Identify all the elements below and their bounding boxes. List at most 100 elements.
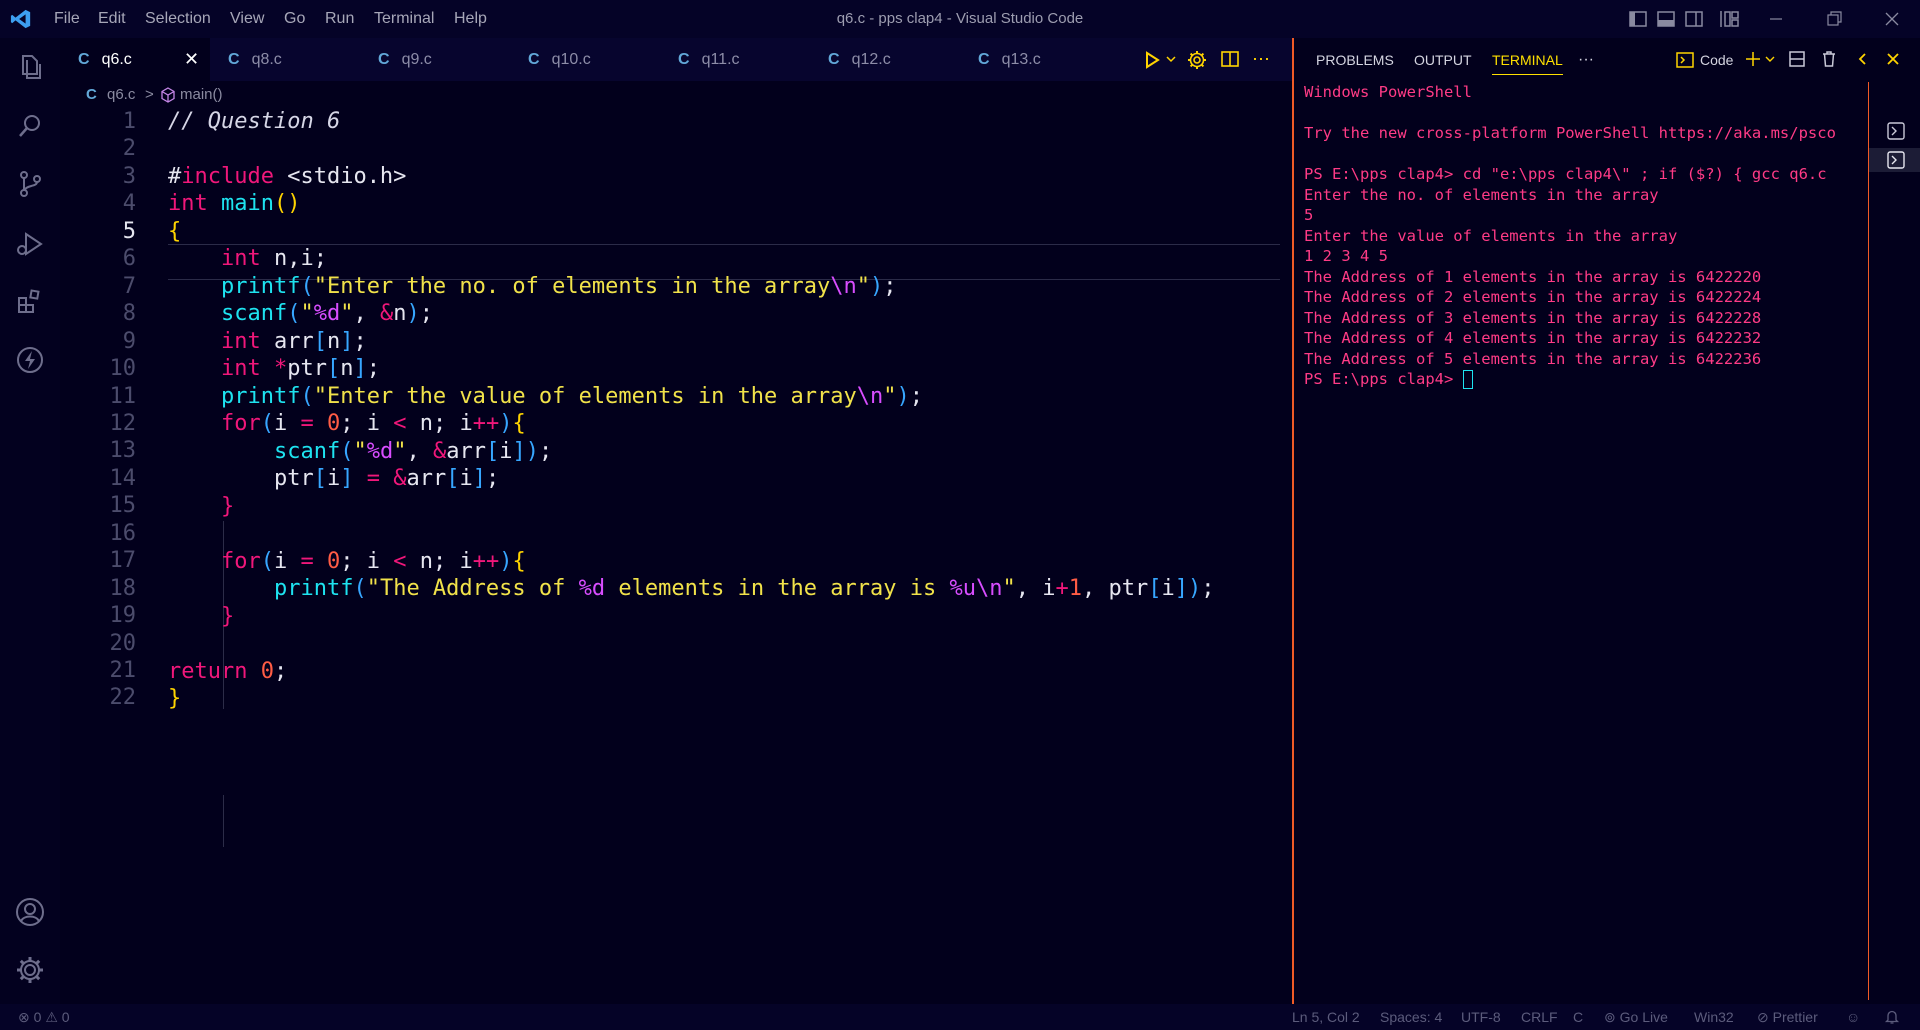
close-tab-icon[interactable]: ✕ xyxy=(184,38,199,81)
tab-q6[interactable]: Cq6.c ✕ xyxy=(60,38,210,81)
breadcrumb-file[interactable]: q6.c xyxy=(107,81,135,109)
tab-output[interactable]: OUTPUT xyxy=(1414,38,1472,81)
notifications-bell-icon[interactable] xyxy=(1884,1004,1900,1030)
c-file-icon: C xyxy=(86,86,97,103)
restore-icon[interactable] xyxy=(1824,9,1844,29)
tab-label: q13.c xyxy=(1001,51,1041,68)
search-icon[interactable] xyxy=(14,110,46,142)
tab-problems[interactable]: PROBLEMS xyxy=(1316,38,1394,81)
language-mode[interactable]: C xyxy=(1573,1004,1583,1030)
prettier-icon: ⊘ xyxy=(1757,1009,1769,1025)
menu-terminal[interactable]: Terminal xyxy=(374,0,434,38)
split-editor-icon[interactable] xyxy=(1220,49,1240,69)
tab-q13[interactable]: Cq13.c xyxy=(978,38,1128,81)
terminal-icon xyxy=(1676,51,1694,69)
cube-symbol-icon xyxy=(160,87,176,103)
code-line-22: } xyxy=(168,686,182,711)
terminal-output[interactable]: Windows PowerShell Try the new cross-plat… xyxy=(1304,82,1864,982)
editor-tab-bar: Cq6.c ✕ Cq8.c Cq9.c Cq10.c Cq11.c Cq12.c… xyxy=(60,38,1292,81)
customize-layout-icon[interactable] xyxy=(1720,9,1740,29)
prettier-label: Prettier xyxy=(1772,1009,1818,1025)
minimize-icon[interactable] xyxy=(1766,9,1786,29)
run-debug-icon[interactable] xyxy=(14,228,46,260)
end-of-line[interactable]: CRLF xyxy=(1521,1004,1558,1030)
terminal-line: 5 xyxy=(1304,206,1314,224)
line-number: 19 xyxy=(109,603,137,628)
remote-lightning-icon[interactable] xyxy=(14,344,46,376)
go-live-button[interactable]: ⊚ Go Live xyxy=(1604,1004,1668,1030)
settings-gear-icon[interactable] xyxy=(14,954,46,986)
indent-guide xyxy=(223,795,224,847)
warning-icon: ⚠ xyxy=(45,1009,58,1025)
toggle-panel-icon[interactable] xyxy=(1656,9,1676,29)
terminal-line: Enter the no. of elements in the array xyxy=(1304,185,1659,204)
tab-terminal[interactable]: TERMINAL xyxy=(1492,38,1563,75)
explorer-icon[interactable] xyxy=(14,50,46,82)
problems-status[interactable]: ⊗ 0 ⚠ 0 xyxy=(18,1004,70,1030)
line-number: 11 xyxy=(109,384,137,409)
toggle-primary-sidebar-icon[interactable] xyxy=(1628,9,1648,29)
line-number: 17 xyxy=(109,548,137,573)
menu-run[interactable]: Run xyxy=(325,0,354,38)
run-code-icon[interactable] xyxy=(1142,50,1162,70)
more-panel-actions[interactable]: ··· xyxy=(1578,38,1594,81)
editor-actions: ⋯ xyxy=(1140,38,1290,81)
terminal-line: The Address of 1 elements in the array i… xyxy=(1304,267,1762,286)
trash-icon[interactable] xyxy=(1820,50,1838,68)
tab-q12[interactable]: Cq12.c xyxy=(828,38,978,81)
breadcrumb-symbol[interactable]: main() xyxy=(180,81,223,109)
panel-tab-bar: PROBLEMS OUTPUT TERMINAL ··· Code xyxy=(1294,38,1920,81)
indentation[interactable]: Spaces: 4 xyxy=(1380,1004,1442,1030)
close-panel-icon[interactable] xyxy=(1884,50,1902,68)
code-line-4: int main() xyxy=(168,191,301,216)
code-line-10: int *ptr[n]; xyxy=(220,356,380,381)
toggle-secondary-sidebar-icon[interactable] xyxy=(1684,9,1704,29)
terminal-panel: PROBLEMS OUTPUT TERMINAL ··· Code Window… xyxy=(1292,38,1920,1004)
cursor-position[interactable]: Ln 5, Col 2 xyxy=(1292,1004,1360,1030)
line-number: 8 xyxy=(122,301,136,326)
tab-q8[interactable]: Cq8.c xyxy=(228,38,378,81)
platform[interactable]: Win32 xyxy=(1694,1004,1734,1030)
terminal-line: Try the new cross-platform PowerShell ht… xyxy=(1304,124,1836,142)
terminal-instance-icon[interactable] xyxy=(1887,122,1905,140)
tab-q10[interactable]: Cq10.c xyxy=(528,38,678,81)
error-count: 0 xyxy=(33,1009,42,1025)
chevron-down-icon[interactable] xyxy=(1764,53,1776,65)
terminal-profile-label[interactable]: Code xyxy=(1700,38,1733,81)
c-file-icon: C xyxy=(228,51,240,68)
terminal-instance-active-icon[interactable] xyxy=(1869,148,1920,172)
breadcrumb-separator: > xyxy=(145,86,154,103)
chevron-left-icon[interactable] xyxy=(1854,50,1872,68)
more-actions-icon[interactable]: ⋯ xyxy=(1252,38,1270,81)
code-editor[interactable]: 1 2 3 4 5 6 7 8 9 10 11 12 13 14 15 16 17 18 19 20 21 22 // Q… xyxy=(60,109,1346,1004)
line-number: 6 xyxy=(122,246,136,271)
menu-edit[interactable]: Edit xyxy=(98,0,126,38)
prettier-status[interactable]: ⊘ Prettier xyxy=(1757,1004,1818,1030)
menu-go[interactable]: Go xyxy=(284,0,305,38)
terminal-line: PS E:\pps clap4> cd "e:\pps clap4\" ; if… xyxy=(1304,165,1827,183)
feedback-icon[interactable]: ☺ xyxy=(1846,1004,1860,1030)
split-terminal-icon[interactable] xyxy=(1788,50,1806,68)
encoding[interactable]: UTF-8 xyxy=(1461,1004,1501,1030)
new-terminal-plus-icon[interactable] xyxy=(1744,50,1762,68)
menu-file[interactable]: File xyxy=(54,0,80,38)
warning-count: 0 xyxy=(61,1009,70,1025)
gear-icon[interactable] xyxy=(1186,49,1208,71)
menu-help[interactable]: Help xyxy=(454,0,487,38)
terminal-line: Windows PowerShell xyxy=(1304,83,1472,101)
menu-view[interactable]: View xyxy=(230,0,264,38)
close-window-icon[interactable] xyxy=(1882,9,1902,29)
broadcast-icon: ⊚ xyxy=(1604,1009,1616,1025)
tab-q9[interactable]: Cq9.c xyxy=(378,38,528,81)
error-icon: ⊗ xyxy=(18,1009,30,1025)
tab-q11[interactable]: Cq11.c xyxy=(678,38,828,81)
tab-label: q8.c xyxy=(251,51,282,68)
source-control-icon[interactable] xyxy=(14,168,46,200)
menu-selection[interactable]: Selection xyxy=(145,0,211,38)
extensions-icon[interactable] xyxy=(14,286,46,318)
accounts-icon[interactable] xyxy=(14,896,46,928)
status-bar: ⊗ 0 ⚠ 0 Ln 5, Col 2 Spaces: 4 UTF-8 CRLF… xyxy=(0,1004,1920,1030)
code-line-15: } xyxy=(220,494,235,519)
chevron-down-icon[interactable] xyxy=(1164,52,1178,66)
